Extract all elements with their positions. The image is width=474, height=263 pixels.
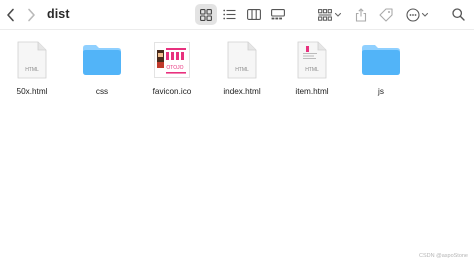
file-item-index-html[interactable]: HTML index.html: [207, 35, 277, 101]
list-view-button[interactable]: [218, 4, 240, 25]
html-file-icon: HTML: [12, 39, 52, 81]
folder-item-js[interactable]: js: [346, 35, 416, 101]
search-button[interactable]: [447, 4, 469, 25]
list-view-icon: [222, 9, 235, 20]
file-item-item-html[interactable]: HTML item.html: [277, 35, 347, 101]
tag-button[interactable]: [375, 4, 397, 25]
file-badge: HTML: [235, 67, 249, 73]
more-actions-icon: [406, 7, 429, 22]
watermark: CSDN @aspoStone: [419, 253, 468, 259]
gallery-view-icon: [271, 9, 285, 20]
tag-icon: [379, 7, 393, 22]
file-item-favicon-ico[interactable]: OTOJO favicon.ico: [137, 35, 207, 101]
file-badge: HTML: [305, 67, 319, 73]
group-by-icon: [318, 8, 342, 21]
file-name: 50x.html: [16, 87, 48, 96]
file-badge: HTML: [25, 67, 39, 73]
forward-button[interactable]: [23, 5, 39, 25]
gallery-view-button[interactable]: [267, 4, 289, 25]
icon-view-button[interactable]: [195, 4, 217, 25]
group-by-button[interactable]: [315, 4, 345, 25]
html-file-icon: HTML: [222, 39, 262, 81]
folder-item-css[interactable]: css: [67, 35, 137, 101]
file-name: index.html: [223, 87, 261, 96]
grid-view-icon: [200, 8, 212, 21]
html-preview-file-icon: HTML: [292, 39, 332, 81]
file-name: favicon.ico: [152, 87, 192, 96]
file-name: js: [378, 87, 384, 96]
favicon-text: OTOJO: [166, 65, 183, 71]
chevron-right-icon: [28, 8, 35, 22]
favicon-thumbnail: OTOJO: [152, 39, 192, 81]
column-view-button[interactable]: [243, 4, 265, 25]
more-actions-button[interactable]: [403, 4, 433, 25]
folder-icon: [361, 39, 401, 81]
column-view-icon: [247, 9, 261, 20]
finder-toolbar: dist: [0, 0, 474, 30]
file-item-50x-html[interactable]: HTML 50x.html: [0, 35, 67, 101]
back-button[interactable]: [3, 5, 19, 25]
share-button[interactable]: [350, 4, 372, 25]
file-name: css: [95, 87, 109, 96]
search-icon: [451, 8, 465, 21]
share-icon: [355, 7, 367, 22]
file-grid: HTML 50x.html css OTOJO favicon.ico HTML…: [0, 35, 474, 105]
chevron-left-icon: [7, 8, 14, 22]
window-title: dist: [47, 7, 70, 21]
file-name: item.html: [295, 87, 329, 96]
folder-icon: [82, 39, 122, 81]
